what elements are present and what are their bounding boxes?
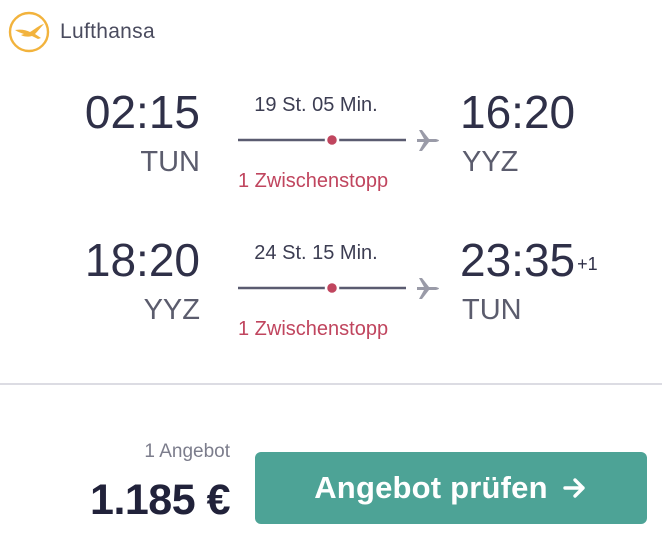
arrival-airport-code: TUN — [462, 294, 522, 326]
departure-airport-code: TUN — [140, 146, 200, 178]
flight-duration: 19 St. 05 Min. — [254, 94, 378, 116]
route-line — [238, 278, 439, 299]
flight-leg-return[interactable]: 18:20 YYZ 24 St. 15 Min. 1 Zwischenstopp… — [0, 234, 662, 354]
arrow-right-icon — [563, 478, 585, 498]
flight-leg-outbound[interactable]: 02:15 TUN 19 St. 05 Min. 1 Zwischenstopp… — [0, 86, 662, 206]
arrival-time: 16:20 — [460, 86, 577, 138]
departure-time: 02:15 — [84, 86, 200, 138]
airplane-icon — [417, 130, 439, 151]
price: 1.185 € — [90, 476, 230, 524]
offers-count: 1 Angebot — [144, 441, 230, 462]
lufthansa-crane-logo-icon — [8, 11, 50, 53]
route-line — [238, 130, 439, 151]
airplane-icon — [417, 278, 439, 299]
arrival-day-offset: +1 — [577, 254, 598, 274]
airline-name: Lufthansa — [60, 20, 155, 43]
stop-dot — [324, 280, 340, 296]
airline-header: Lufthansa — [8, 10, 155, 54]
departure-time: 18:20 — [84, 234, 200, 286]
flight-duration: 24 St. 15 Min. — [254, 242, 378, 264]
view-deal-button-label: Angebot prüfen — [314, 470, 548, 505]
stops-label: 1 Zwischenstopp — [238, 170, 389, 192]
arrival-time-value: 16:20 — [460, 86, 576, 138]
arrival-time: 23:35 +1 — [460, 234, 598, 286]
arrival-airport-code: YYZ — [462, 146, 519, 178]
departure-airport-code: YYZ — [143, 294, 200, 326]
view-deal-button[interactable]: Angebot prüfen — [255, 452, 647, 524]
stops-label: 1 Zwischenstopp — [238, 318, 389, 340]
divider — [0, 383, 662, 385]
arrival-time-value: 23:35 — [460, 234, 576, 286]
stop-dot — [324, 132, 340, 148]
flight-result-card[interactable]: Lufthansa 02:15 TUN 19 St. 05 Min. 1 Zwi… — [0, 0, 662, 549]
